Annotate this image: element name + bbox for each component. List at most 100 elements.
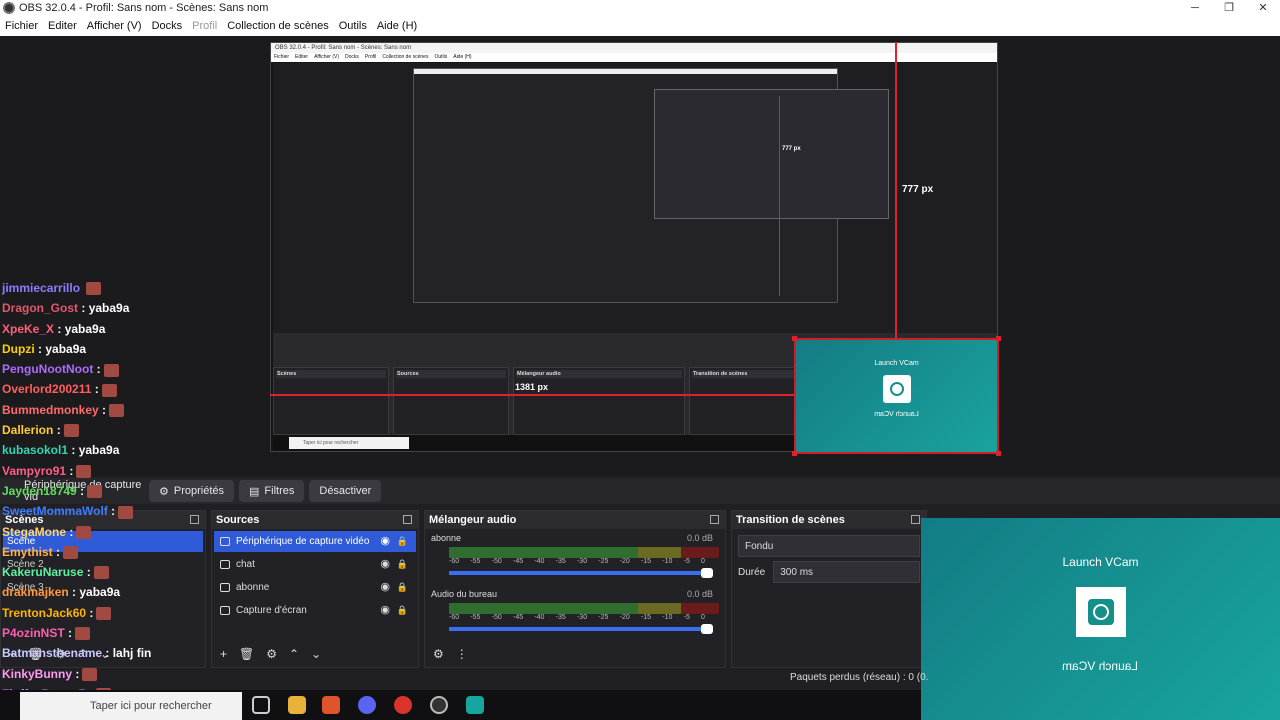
menu-docks[interactable]: Docks [147,20,188,32]
chevron-down-icon[interactable]: ⌄ [311,647,321,661]
chat-message: Emythist : [2,542,262,562]
chat-text: : [111,504,116,519]
discord-icon[interactable] [358,696,376,714]
transition-controls: Fondu Durée 300 ms [732,529,926,589]
chat-username: Dupzi [2,341,35,356]
lock-icon[interactable]: 🔒 [397,600,408,621]
eye-icon[interactable]: ◉ [380,531,390,552]
chat-message: drakmajken : yaba9a [2,582,262,602]
chat-text: : lahj fin [105,646,152,661]
eye-icon[interactable]: ◉ [380,600,390,621]
menu-aide[interactable]: Aide (H) [372,20,422,32]
resize-handle[interactable] [996,336,1001,341]
guide-distance-label: 777 px [902,184,934,195]
chat-message: TrentonJack60 : [2,603,262,623]
emote-icon [96,607,112,621]
vcam-icon[interactable] [466,696,484,714]
chat-message: Dallerion : [2,420,262,440]
chat-text: : yaba9a [57,321,106,336]
nested-menu: Fichier Editer Afficher (V) Docks Profil Coll… [271,53,997,62]
vcam-overlay-window[interactable]: Launch VCam Launch VCam [921,518,1280,720]
volume-meter [449,603,719,614]
chat-username: PenguNootNoot [2,362,94,377]
task-view-icon[interactable] [252,696,270,714]
chat-username: SweetMommaWolf [2,504,108,519]
emote-icon [82,667,98,681]
eye-icon[interactable]: ◉ [380,554,390,575]
selected-source-box[interactable]: Launch VCam Launch VCam [792,336,1001,456]
chat-message: XpeKe_X : yaba9a [2,319,262,339]
chat-username: Batmansthename [2,646,103,661]
menu-afficher[interactable]: Afficher (V) [82,20,147,32]
chat-text: : [75,666,80,681]
chat-text: : [56,544,61,559]
chat-text: : yaba9a [81,301,130,316]
emote-icon [76,465,92,478]
meter-ticks: -60 -55 -50 -45 -40 -35 -30 -25 -20 -15 -10 -5 0 [449,558,705,565]
chat-text: : [69,463,74,478]
obs-icon[interactable] [430,696,448,714]
menu-fichier[interactable]: Fichier [0,20,43,32]
mixer-dock: Mélangeur audio abonne 0.0 dB -60 -55 -50 -4… [424,510,726,668]
resize-handle[interactable] [996,451,1001,456]
resize-handle[interactable] [792,451,797,456]
close-icon[interactable]: ✕ [1246,0,1280,16]
menu-bar: Fichier Editer Afficher (V) Docks Profil… [0,16,1280,36]
undock-icon[interactable] [403,515,412,524]
chat-username: TrentonJack60 [2,605,87,620]
nested-preview-level2 [413,68,889,303]
chat-username: drakmajken [2,585,69,600]
settings-icon[interactable]: ⚙ [433,647,444,661]
menu-collection[interactable]: Collection de scènes [222,20,334,32]
menu-profil[interactable]: Profil [187,20,222,32]
minimize-icon[interactable]: ─ [1178,0,1212,16]
title-bar: OBS 32.0.4 - Profil: Sans nom - Scènes: … [0,0,1280,16]
vcam-logo-icon [1075,587,1126,637]
lock-icon[interactable]: 🔒 [397,531,408,552]
chat-message: KakeruNaruse : [2,562,262,582]
lock-icon[interactable]: 🔒 [397,577,408,598]
emote-icon [63,424,79,438]
window-controls: ─ ❐ ✕ [1178,0,1280,16]
duration-input[interactable]: 300 ms [773,561,920,583]
chat-overlay: jimmiecarrillo Dragon_Gost : yaba9a XpeKe… [2,278,262,720]
chat-message: PenguNootNoot : [2,359,262,379]
transition-dock-header: Transition de scènes [732,511,926,529]
volume-slider[interactable] [449,568,713,578]
guide-width-label: 1381 px [515,382,549,392]
settings-icon[interactable]: ⚙ [266,647,277,661]
undock-icon[interactable] [710,515,719,524]
folder-icon[interactable] [288,696,306,714]
menu-editer[interactable]: Editer [43,20,82,32]
search-input[interactable]: Taper ici pour rechercher [20,692,242,720]
chat-username: StegaMone [2,524,67,539]
duration-label: Durée [738,566,766,578]
mixer-dock-header: Mélangeur audio [425,511,725,529]
eye-icon[interactable]: ◉ [380,577,390,598]
status-bar: Paquets perdus (réseau) : 0 (0. [790,672,929,683]
vcam-title: Launch VCam [874,360,919,367]
chat-username: Overlord200211 [2,382,92,397]
brave-icon[interactable] [322,696,340,714]
guide-distance-label-inner: 777 px [782,146,801,152]
chevron-up-icon[interactable]: ⌃ [289,647,299,661]
maximize-icon[interactable]: ❐ [1212,0,1246,16]
transition-select[interactable]: Fondu [738,535,920,557]
resize-handle[interactable] [792,336,797,341]
chat-text: : [96,362,101,377]
nested-scenes: Scènes [273,367,389,435]
more-icon[interactable]: ⋮ [456,647,468,661]
chrome-icon[interactable] [394,696,412,714]
menu-outils[interactable]: Outils [334,20,372,32]
emote-icon [86,282,102,296]
chat-username: XpeKe_X [2,321,55,336]
lock-icon[interactable]: 🔒 [397,554,408,575]
deactivate-button[interactable]: Désactiver [309,480,382,502]
emote-icon [87,485,103,499]
mixer-footer: ⚙ ⋮ [425,641,725,667]
chat-message: jimmiecarrillo [2,278,262,298]
volume-slider[interactable] [449,624,713,634]
undock-icon[interactable] [911,515,920,524]
chat-message: KinkyBunny : [2,664,262,684]
emote-icon [75,627,91,641]
